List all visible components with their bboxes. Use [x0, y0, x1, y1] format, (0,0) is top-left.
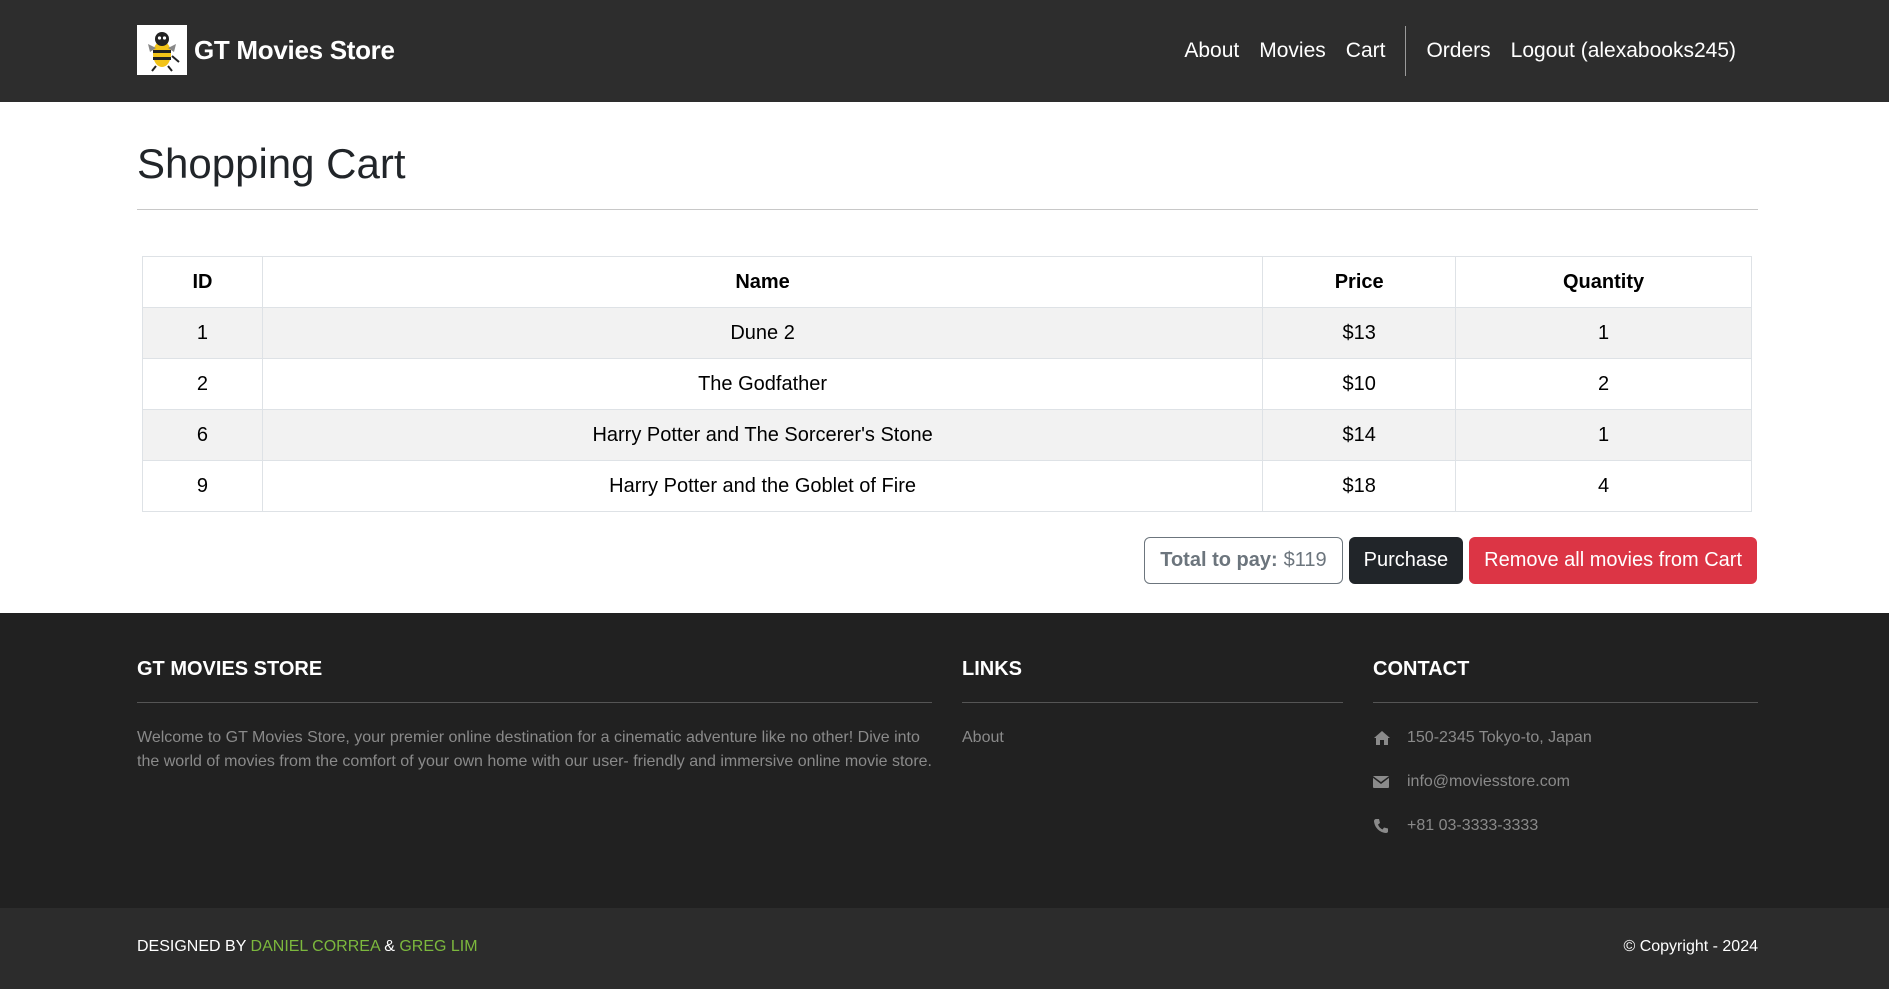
column-header-id: ID [142, 256, 263, 308]
nav-divider [1405, 26, 1407, 76]
page-title: Shopping Cart [137, 140, 406, 187]
designed-by: DESIGNED BY DANIEL CORREA & GREG LIM [137, 938, 478, 956]
nav-logout[interactable]: Logout (alexabooks245) [1501, 39, 1746, 63]
cell-name: The Godfather [261, 358, 1264, 410]
remove-all-button[interactable]: Remove all movies from Cart [1469, 537, 1757, 584]
footer-about-text: Welcome to GT Movies Store, your premier… [137, 729, 932, 770]
purchase-button[interactable]: Purchase [1348, 537, 1464, 584]
cell-name: Harry Potter and the Goblet of Fire [261, 460, 1264, 512]
cell-id: 6 [142, 409, 263, 461]
column-header-quantity: Quantity [1455, 256, 1752, 308]
contact-phone: +81 03-3333-3333 [1373, 814, 1758, 838]
cart-table: ID Name Price Quantity 1 Dune 2 $13 1 2 … [142, 256, 1752, 512]
bottom-bar: DESIGNED BY DANIEL CORREA & GREG LIM © C… [0, 908, 1889, 989]
title-divider [137, 209, 1758, 210]
column-header-price: Price [1262, 256, 1457, 308]
cell-price: $14 [1262, 409, 1457, 461]
nav-orders[interactable]: Orders [1416, 39, 1500, 63]
copyright: © Copyright - 2024 [1623, 938, 1758, 955]
designer-link-greg[interactable]: GREG LIM [399, 938, 477, 955]
cell-price: $13 [1262, 307, 1457, 359]
total-value: $119 [1283, 549, 1327, 571]
column-header-name: Name [261, 256, 1264, 308]
contact-address-text: 150-2345 Tokyo-to, Japan [1407, 729, 1592, 746]
contact-address: 150-2345 Tokyo-to, Japan [1373, 726, 1758, 750]
footer-links-title: LINKS [962, 658, 1343, 703]
footer-contact-title: CONTACT [1373, 658, 1758, 703]
total-to-pay: Total to pay: $119 [1144, 537, 1343, 584]
cell-name: Harry Potter and The Sorcerer's Stone [261, 409, 1264, 461]
cell-quantity: 1 [1455, 307, 1752, 359]
cell-id: 2 [142, 358, 263, 410]
cart-actions: Total to pay: $119 Purchase Remove all m… [1144, 537, 1757, 584]
table-row: 1 Dune 2 $13 1 [142, 307, 1752, 359]
brand-name: GT Movies Store [194, 34, 395, 65]
total-label: Total to pay: [1160, 549, 1278, 571]
cell-name: Dune 2 [261, 307, 1264, 359]
phone-icon [1373, 818, 1393, 834]
designed-by-ampersand: & [384, 938, 395, 955]
nav-cart[interactable]: Cart [1336, 39, 1396, 63]
footer-about: GT MOVIES STORE Welcome to GT Movies Sto… [137, 658, 932, 774]
nav-about[interactable]: About [1174, 39, 1249, 63]
top-navbar: GT Movies Store About Movies Cart Orders… [0, 0, 1889, 102]
cell-quantity: 2 [1455, 358, 1752, 410]
contact-phone-text: +81 03-3333-3333 [1407, 817, 1539, 834]
footer-link-about[interactable]: About [962, 729, 1004, 746]
table-header-row: ID Name Price Quantity [142, 256, 1752, 308]
footer-contact: CONTACT 150-2345 Tokyo-to, Japan info@mo… [1373, 658, 1758, 838]
designer-link-daniel[interactable]: DANIEL CORREA [251, 938, 380, 955]
cell-quantity: 4 [1455, 460, 1752, 512]
contact-email-text: info@moviesstore.com [1407, 773, 1570, 790]
cell-price: $10 [1262, 358, 1457, 410]
table-row: 9 Harry Potter and the Goblet of Fire $1… [142, 460, 1752, 512]
contact-email: info@moviesstore.com [1373, 770, 1758, 794]
designed-by-prefix: DESIGNED BY [137, 938, 247, 955]
table-row: 2 The Godfather $10 2 [142, 358, 1752, 410]
home-icon [1373, 730, 1393, 746]
envelope-icon [1373, 776, 1393, 788]
cell-id: 1 [142, 307, 263, 359]
cell-price: $18 [1262, 460, 1457, 512]
footer-about-title: GT MOVIES STORE [137, 658, 932, 703]
nav-movies[interactable]: Movies [1249, 39, 1336, 63]
cell-quantity: 1 [1455, 409, 1752, 461]
cell-id: 9 [142, 460, 263, 512]
table-row: 6 Harry Potter and The Sorcerer's Stone … [142, 409, 1752, 461]
site-footer: GT MOVIES STORE Welcome to GT Movies Sto… [0, 613, 1889, 908]
footer-links: LINKS About [962, 658, 1343, 750]
brand-link[interactable]: GT Movies Store [137, 25, 395, 75]
hornet-mascot-icon [137, 25, 187, 75]
nav-links: About Movies Cart Orders Logout (alexabo… [1174, 25, 1746, 77]
